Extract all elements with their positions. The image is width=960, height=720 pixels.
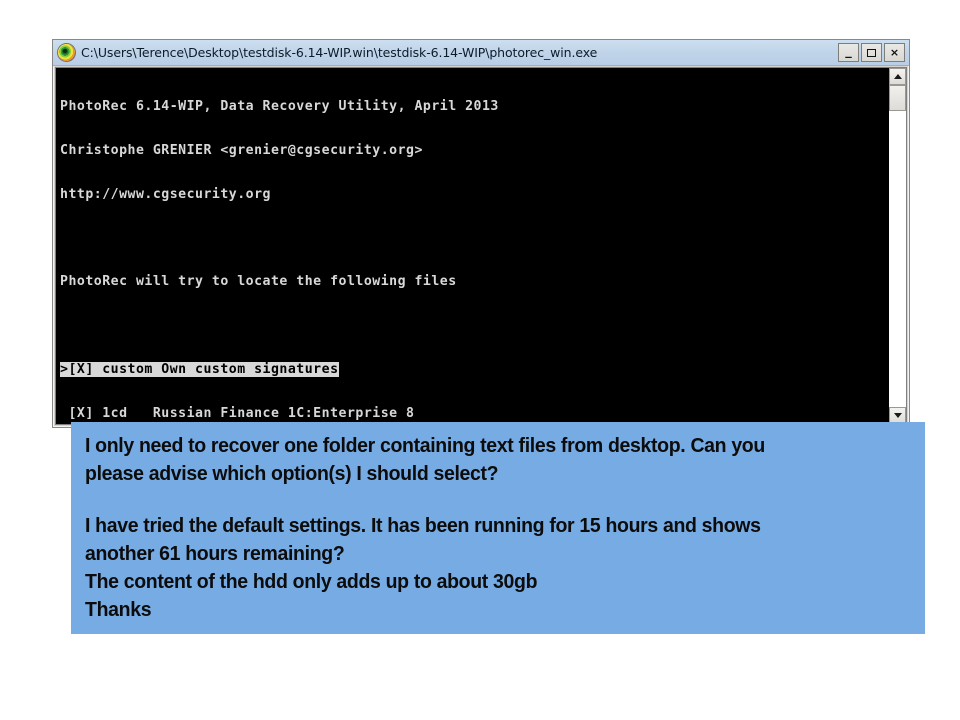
chevron-down-icon bbox=[893, 413, 902, 418]
note-line: please advise which option(s) I should s… bbox=[85, 462, 499, 485]
file-family-row-selected-label: >[X] custom Own custom signatures bbox=[60, 361, 339, 377]
console-line-header-0: PhotoRec 6.14-WIP, Data Recovery Utility… bbox=[60, 99, 499, 115]
console-line-blank-1: . bbox=[60, 232, 888, 247]
note-line-spacer bbox=[85, 488, 870, 512]
note-line: I only need to recover one folder contai… bbox=[85, 434, 765, 457]
note-line: The content of the hdd only adds up to a… bbox=[85, 570, 538, 593]
close-button[interactable]: × bbox=[884, 43, 905, 62]
file-family-row[interactable]: [X] 1cd Russian Finance 1C:Enterprise 8 bbox=[60, 406, 888, 422]
maximize-icon bbox=[862, 44, 881, 61]
console-line-header-2: http://www.cgsecurity.org bbox=[60, 186, 271, 202]
note-line: Thanks bbox=[85, 598, 152, 621]
close-icon: × bbox=[889, 46, 900, 59]
window-title: C:\Users\Terence\Desktop\testdisk-6.14-W… bbox=[81, 45, 598, 60]
photorec-console-window: C:\Users\Terence\Desktop\testdisk-6.14-W… bbox=[52, 39, 910, 428]
scrollbar-track[interactable] bbox=[889, 85, 906, 407]
maximize-button[interactable] bbox=[861, 43, 882, 62]
console-line-header-1: Christophe GRENIER <grenier@cgsecurity.o… bbox=[60, 142, 423, 158]
note-line: another 61 hours remaining? bbox=[85, 542, 345, 565]
chevron-up-icon bbox=[893, 74, 902, 79]
console-scrollbar[interactable] bbox=[888, 68, 906, 424]
console-client-area: PhotoRec 6.14-WIP, Data Recovery Utility… bbox=[55, 67, 907, 425]
console-output[interactable]: PhotoRec 6.14-WIP, Data Recovery Utility… bbox=[56, 68, 888, 424]
user-question-note: I only need to recover one folder contai… bbox=[71, 422, 925, 634]
scrollbar-thumb[interactable] bbox=[889, 85, 906, 111]
photorec-app-icon bbox=[58, 44, 75, 61]
window-titlebar[interactable]: C:\Users\Terence\Desktop\testdisk-6.14-W… bbox=[53, 40, 909, 66]
scrollbar-up-button[interactable] bbox=[889, 68, 906, 85]
note-line: I have tried the default settings. It ha… bbox=[85, 514, 761, 537]
minimize-button[interactable]: _ bbox=[838, 43, 859, 62]
minimize-icon: _ bbox=[845, 44, 852, 59]
file-family-row-selected[interactable]: >[X] custom Own custom signatures bbox=[60, 361, 888, 378]
window-controls: _ × bbox=[838, 43, 909, 62]
screenshot-canvas: C:\Users\Terence\Desktop\testdisk-6.14-W… bbox=[0, 0, 960, 720]
console-line-blank-2: . bbox=[60, 319, 888, 334]
console-prompt-line: PhotoRec will try to locate the followin… bbox=[60, 274, 457, 290]
